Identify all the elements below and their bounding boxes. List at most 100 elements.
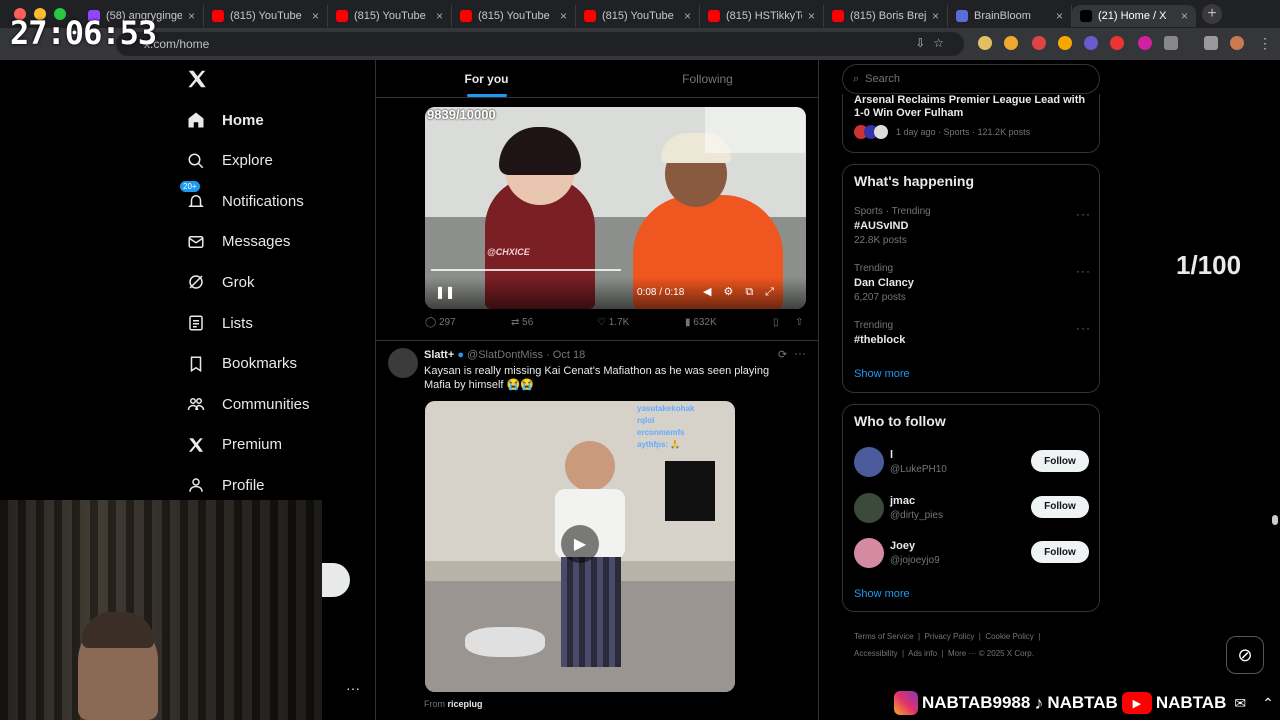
browser-tab[interactable]: (815) YouTube × xyxy=(452,5,576,27)
tab-close-icon[interactable]: × xyxy=(312,9,319,23)
nav-item-messages[interactable]: Messages xyxy=(186,232,290,252)
tab-close-icon[interactable]: × xyxy=(1056,9,1063,23)
kebab-menu-icon[interactable]: ⋮ xyxy=(1258,35,1272,52)
post-author-handle[interactable]: @SlatDontMiss xyxy=(467,349,543,361)
views-button[interactable]: ▮ 632K xyxy=(685,317,717,328)
nav-item-explore[interactable]: Explore xyxy=(186,151,273,171)
footer-terms[interactable]: Terms of Service xyxy=(854,632,914,641)
avatar[interactable] xyxy=(854,538,884,569)
follow-user-name: l xyxy=(890,449,894,461)
share-icon[interactable]: ⇧ xyxy=(795,317,803,328)
follow-button[interactable]: Follow xyxy=(1031,495,1089,518)
extension-icon[interactable] xyxy=(1110,36,1124,50)
extension-icon[interactable] xyxy=(1084,36,1098,50)
search-input[interactable]: Search xyxy=(865,73,900,85)
browser-tab[interactable]: (815) YouTube × xyxy=(576,5,700,27)
post-video-2[interactable]: yasutakekohak rqlol erconmemfs aythfps: 🙏 ▶ xyxy=(425,401,735,692)
address-bar[interactable]: x.com/home ⇩☆ xyxy=(116,32,964,56)
post-more-icon[interactable]: ··· xyxy=(794,346,806,360)
avatar[interactable] xyxy=(854,447,884,477)
tab-close-icon[interactable]: × xyxy=(684,9,691,23)
tab-close-icon[interactable]: × xyxy=(436,9,443,23)
tab-close-icon[interactable]: × xyxy=(188,9,195,23)
post-date[interactable]: · Oct 18 xyxy=(546,349,585,361)
tab-title: (815) YouTube xyxy=(354,10,426,22)
nav-item-profile[interactable]: Profile xyxy=(186,475,265,495)
play-icon[interactable]: ▶ xyxy=(561,525,599,563)
nav-label: Explore xyxy=(222,152,273,170)
nav-item-premium[interactable]: Premium xyxy=(186,435,282,455)
video-progress[interactable] xyxy=(431,269,621,271)
tab-close-icon[interactable]: × xyxy=(808,9,815,23)
extension-icon[interactable] xyxy=(1004,36,1018,50)
footer-more[interactable]: More ··· xyxy=(948,649,976,658)
browser-tab[interactable]: (815) YouTube × xyxy=(328,5,452,27)
post-button-partial[interactable] xyxy=(322,563,350,597)
follow-user[interactable]: l @LukePH10 xyxy=(890,449,947,475)
extension-icon[interactable] xyxy=(978,36,992,50)
bookmark-star-icon[interactable]: ⇩☆ xyxy=(915,36,952,50)
follow-show-more[interactable]: Show more xyxy=(854,588,910,600)
extension-icon[interactable] xyxy=(1032,36,1046,50)
puzzle-icon[interactable] xyxy=(1164,36,1178,50)
tab-close-icon[interactable]: × xyxy=(932,9,939,23)
browser-tab[interactable]: (21) Home / X × xyxy=(1072,5,1196,27)
follow-user[interactable]: jmac @dirty_pies xyxy=(890,495,943,521)
post-author-name[interactable]: Slatt+ xyxy=(424,349,454,361)
account-more-icon[interactable]: ··· xyxy=(346,680,360,696)
follow-user[interactable]: Joey @jojoeyjo9 xyxy=(890,540,940,566)
nav-item-communities[interactable]: Communities xyxy=(186,394,310,414)
tab-for-you[interactable]: For you xyxy=(376,60,597,97)
browser-tab[interactable]: BrainBloom × xyxy=(948,5,1072,27)
repost-button[interactable]: ⇄ 56 xyxy=(511,317,533,328)
extension-icon[interactable] xyxy=(1058,36,1072,50)
pause-icon[interactable]: ❚❚ xyxy=(435,285,455,299)
tab-close-icon[interactable]: × xyxy=(560,9,567,23)
trend-more-icon[interactable]: ··· xyxy=(1076,321,1091,335)
nav-item-lists[interactable]: Lists xyxy=(186,313,253,333)
top-story-card[interactable]: Arsenal Reclaims Premier League Lead wit… xyxy=(842,94,1100,153)
trend-item[interactable]: Trending #theblock xyxy=(854,320,905,349)
follow-user-name: Joey xyxy=(890,540,916,553)
grok-post-icon[interactable]: ⟳ xyxy=(778,348,787,361)
reply-button[interactable]: ◯ 297 xyxy=(425,317,456,328)
footer-ads[interactable]: Ads info xyxy=(908,649,937,658)
chevron-up-icon[interactable]: ⌃ xyxy=(1262,695,1274,712)
footer-privacy[interactable]: Privacy Policy xyxy=(925,632,975,641)
follow-button[interactable]: Follow xyxy=(1031,541,1089,564)
search-box[interactable]: ⌕ Search xyxy=(842,64,1100,94)
nav-item-grok[interactable]: Grok xyxy=(186,272,255,292)
nav-item-home[interactable]: Home xyxy=(186,110,264,130)
post-video[interactable]: 9839/10000 @CHXICE ❚❚ 0:08 / 0:18 ◀⚙⧉⤢ xyxy=(425,107,806,309)
trend-item[interactable]: Sports · Trending #AUSvIND 22.8K posts xyxy=(854,206,931,246)
bookmark-icon[interactable]: ▯ xyxy=(773,317,779,328)
trend-more-icon[interactable]: ··· xyxy=(1076,264,1091,278)
source-user-link[interactable]: riceplug xyxy=(448,699,483,709)
x-logo-icon[interactable] xyxy=(186,68,208,90)
post-author-avatar[interactable] xyxy=(388,348,418,378)
new-tab-button[interactable]: + xyxy=(1202,4,1222,24)
footer-accessibility[interactable]: Accessibility xyxy=(854,649,898,658)
messages-drawer-icon[interactable]: ✉ xyxy=(1234,695,1246,712)
browser-tab[interactable]: (815) Boris Brejc × xyxy=(824,5,948,27)
browser-tab[interactable]: (815) YouTube × xyxy=(204,5,328,27)
grok-float-icon[interactable]: ⊘ xyxy=(1226,636,1264,674)
nav-item-notifications[interactable]: 20+ Notifications xyxy=(180,181,304,211)
video-time: 0:08 / 0:18 xyxy=(637,287,685,298)
reading-list-icon[interactable] xyxy=(1204,36,1218,50)
avatar[interactable] xyxy=(854,492,884,523)
extension-icon[interactable] xyxy=(1138,36,1152,50)
like-button[interactable]: ♡ 1.7K xyxy=(597,317,629,328)
nav-item-bookmarks[interactable]: Bookmarks xyxy=(186,354,297,374)
video-controls-icons[interactable]: ◀⚙⧉⤢ xyxy=(703,285,786,299)
tab-following[interactable]: Following xyxy=(597,60,818,97)
trend-item[interactable]: Trending Dan Clancy 6,207 posts xyxy=(854,263,914,303)
scrollbar-thumb[interactable] xyxy=(1272,515,1278,525)
browser-tab[interactable]: (815) HSTikkyTok × xyxy=(700,5,824,27)
trends-show-more[interactable]: Show more xyxy=(854,368,910,380)
profile-avatar[interactable] xyxy=(1230,36,1244,50)
footer-cookie[interactable]: Cookie Policy xyxy=(985,632,1033,641)
trend-more-icon[interactable]: ··· xyxy=(1076,207,1091,221)
tab-close-icon[interactable]: × xyxy=(1181,9,1188,23)
follow-button[interactable]: Follow xyxy=(1031,450,1089,472)
